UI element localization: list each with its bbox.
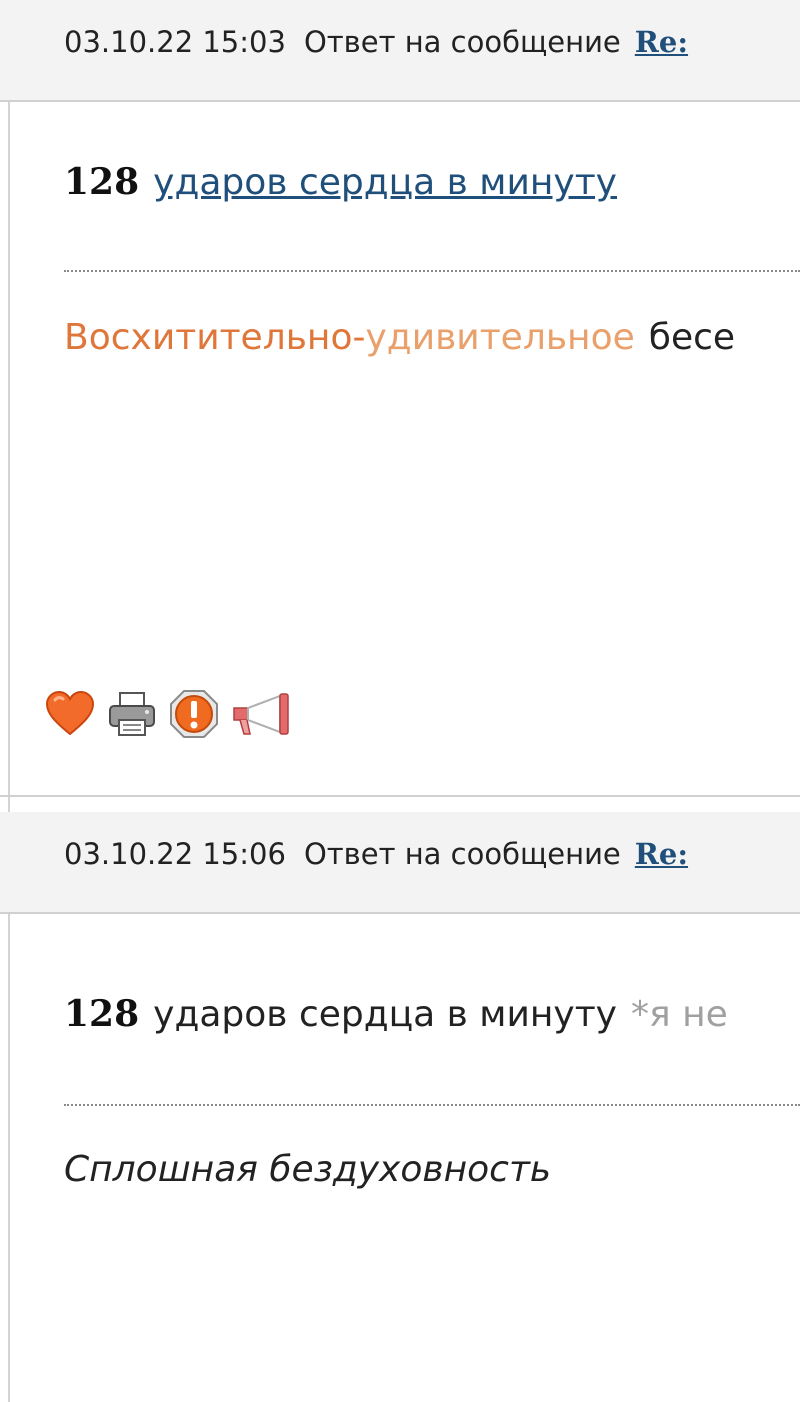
print-icon[interactable] [106,688,158,740]
body-word: удивительное [365,317,635,358]
reply-link[interactable]: Re: [635,25,688,59]
heart-icon[interactable] [44,688,96,740]
alert-icon[interactable] [168,688,220,740]
post-separator [0,795,800,797]
signature-divider [64,270,800,272]
signature-divider [64,1104,800,1106]
header-line: 03.10.22 15:03 Ответ на сообщение Re: [64,24,688,60]
post-body: Восхитительно-удивительное бесе [64,316,800,360]
post-2: 03.10.22 15:06 Ответ на сообщение Re: 128 у… [0,812,800,1402]
reply-label: Ответ на сообщение [303,25,621,59]
title-count: 128 [64,993,140,1035]
post-header: 03.10.22 15:03 Ответ на сообщение Re: [0,0,800,102]
post-header: 03.10.22 15:06 Ответ на сообщение Re: [0,812,800,914]
body-hyphen: - [352,317,366,358]
post-body: Сплошная бездуховность [64,1149,552,1190]
post-title: 128 ударов сердца в минуту [64,160,800,205]
body-word: Восхитительно [64,317,353,358]
post-date: 03.10.22 15:03 [64,25,286,59]
post-actions [44,688,294,740]
title-link[interactable]: ударов сердца в минуту [153,162,617,203]
title-count: 128 [64,161,140,203]
body-word: бесе [648,317,736,358]
post-date: 03.10.22 15:06 [64,837,286,871]
reply-link[interactable]: Re: [635,837,688,871]
megaphone-icon[interactable] [230,688,294,740]
title-note: *я не [630,994,728,1035]
title-text: ударов сердца в минуту [153,994,617,1035]
post-title: 128 ударов сердца в минуту *я не [64,992,800,1037]
post-1: 03.10.22 15:03 Ответ на сообщение Re: 128 у… [0,0,800,796]
reply-label: Ответ на сообщение [303,837,621,871]
header-line: 03.10.22 15:06 Ответ на сообщение Re: [64,836,688,872]
